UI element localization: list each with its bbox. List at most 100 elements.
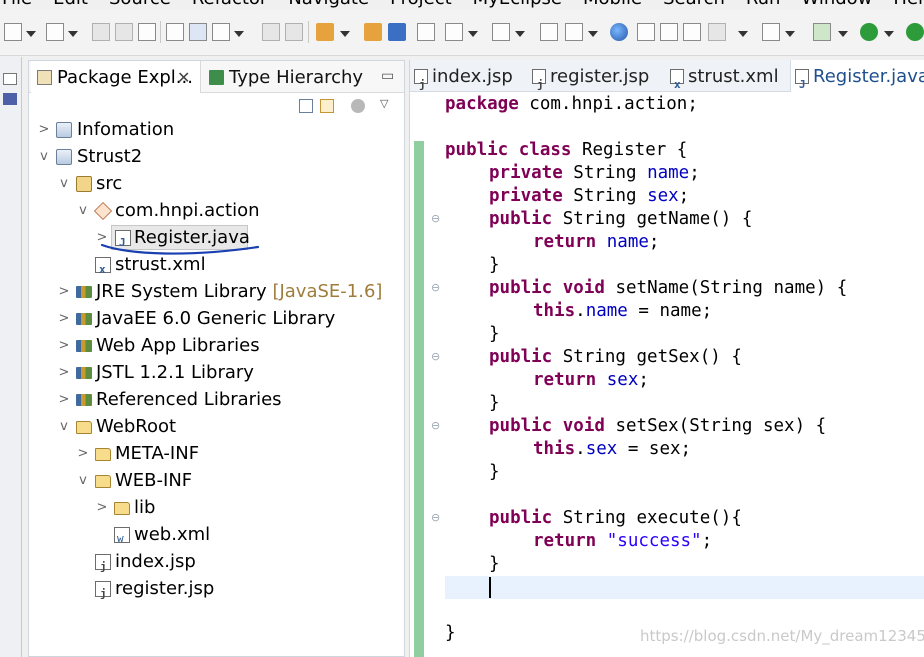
camera-icon[interactable] xyxy=(762,23,780,41)
debug-icon[interactable] xyxy=(813,23,831,41)
forward-icon[interactable] xyxy=(285,23,303,41)
menu-source[interactable]: Source xyxy=(109,0,171,10)
run-dropdown-icon[interactable] xyxy=(884,28,894,46)
clean-icon[interactable] xyxy=(637,23,655,41)
save-all-icon[interactable] xyxy=(115,23,133,41)
chevron-right-icon[interactable]: > xyxy=(57,305,71,332)
menu-search[interactable]: Search xyxy=(663,0,725,10)
tree-item-meta-inf[interactable]: > META-INF xyxy=(29,440,404,467)
wizard-icon[interactable] xyxy=(445,23,463,41)
tree-item-infomation[interactable]: > Infomation xyxy=(29,116,404,143)
chevron-down-icon[interactable]: v xyxy=(76,467,90,494)
tree-item-src[interactable]: v src xyxy=(29,170,404,197)
tree-item-jre-system-library[interactable]: > JRE System Library [JavaSE-1.6] xyxy=(29,278,404,305)
tree-item-javaee-library[interactable]: > JavaEE 6.0 Generic Library xyxy=(29,305,404,332)
fold-toggle-icon[interactable]: ⊖ xyxy=(431,420,441,431)
focus-task-icon[interactable] xyxy=(351,99,365,113)
build-icon[interactable] xyxy=(212,23,230,41)
chevron-down-icon[interactable]: v xyxy=(76,197,90,224)
open-type-icon[interactable] xyxy=(316,23,334,41)
menu-navigate[interactable]: Navigate xyxy=(288,0,369,10)
save-icon[interactable] xyxy=(92,23,110,41)
tab-package-explorer[interactable]: Package Expl... ✕ xyxy=(31,61,201,93)
link-with-editor-icon[interactable] xyxy=(320,99,334,113)
tree-item-web-app-libraries[interactable]: > Web App Libraries xyxy=(29,332,404,359)
fold-toggle-icon[interactable]: ⊖ xyxy=(431,512,441,523)
chevron-right-icon[interactable]: > xyxy=(95,494,109,521)
editor-tab-register-java[interactable]: Register.java xyxy=(790,60,924,102)
open-console-icon[interactable] xyxy=(166,23,184,41)
restore-view-icon[interactable] xyxy=(3,73,17,85)
collapse-all-icon[interactable] xyxy=(299,99,313,113)
back-icon[interactable] xyxy=(262,23,280,41)
run-external-icon[interactable] xyxy=(906,23,924,41)
settings-icon[interactable] xyxy=(708,23,726,41)
fold-toggle-icon[interactable]: ⊖ xyxy=(431,351,441,362)
menu-refactor[interactable]: Refactor xyxy=(192,0,268,10)
debug-step-icon[interactable] xyxy=(565,23,583,41)
new-icon[interactable] xyxy=(4,23,22,41)
server-icon[interactable] xyxy=(417,23,435,41)
settings-dropdown-icon[interactable] xyxy=(738,28,748,46)
tree-item-webroot[interactable]: v WebRoot xyxy=(29,413,404,440)
tree-item-web-inf[interactable]: v WEB-INF xyxy=(29,467,404,494)
view-menu-icon[interactable]: ▽ xyxy=(380,98,392,110)
menu-help[interactable]: Help xyxy=(893,0,924,10)
chevron-right-icon[interactable]: > xyxy=(95,224,109,251)
tree-item-register-jsp[interactable]: register.jsp xyxy=(29,575,404,607)
new-dropdown-icon[interactable] xyxy=(26,28,36,46)
minimize-icon[interactable]: ▭ xyxy=(381,59,394,93)
tool-icon[interactable] xyxy=(492,23,510,41)
menu-run[interactable]: Run xyxy=(746,0,781,10)
tree-item-strust2[interactable]: v Strust2 xyxy=(29,143,404,170)
menu-file[interactable]: File xyxy=(2,0,32,10)
debug-dropdown-icon[interactable] xyxy=(838,28,848,46)
debug-step-dropdown-icon[interactable] xyxy=(588,28,598,46)
chevron-down-icon[interactable]: v xyxy=(37,143,51,170)
chevron-right-icon[interactable]: > xyxy=(37,116,51,143)
tab-type-hierarchy[interactable]: Type Hierarchy ▭ xyxy=(203,61,394,93)
editor-tab-strust-xml[interactable]: strust.xml xyxy=(666,60,791,102)
camera-dropdown-icon[interactable] xyxy=(785,28,795,46)
tree-item-referenced-libraries[interactable]: > Referenced Libraries xyxy=(29,386,404,413)
chevron-right-icon[interactable]: > xyxy=(57,278,71,305)
minimized-view-icon[interactable] xyxy=(3,93,17,105)
chevron-down-icon[interactable]: v xyxy=(57,413,71,440)
restart-icon[interactable] xyxy=(660,23,678,41)
chevron-down-icon[interactable]: v xyxy=(57,170,71,197)
chevron-right-icon[interactable]: > xyxy=(57,386,71,413)
tree-item-jstl-library[interactable]: > JSTL 1.2.1 Library xyxy=(29,359,404,386)
editor-tab-index-jsp[interactable]: index.jsp xyxy=(410,60,525,102)
new-project-icon[interactable] xyxy=(46,23,64,41)
open-type-dropdown-icon[interactable] xyxy=(340,28,350,46)
editor-tab-register-jsp[interactable]: register.jsp xyxy=(528,60,663,102)
print-icon[interactable] xyxy=(138,23,156,41)
build-dropdown-icon[interactable] xyxy=(234,28,244,46)
tree-item-com-hnpi-action[interactable]: v com.hnpi.action xyxy=(29,197,404,224)
tool-dropdown-icon[interactable] xyxy=(515,28,525,46)
toggle-mark-icon[interactable] xyxy=(189,23,207,41)
wizard-dropdown-icon[interactable] xyxy=(468,28,478,46)
globe-icon[interactable] xyxy=(610,23,628,41)
menu-edit[interactable]: Edit xyxy=(53,0,88,10)
sync-icon[interactable] xyxy=(683,23,701,41)
tree-item-index-jsp[interactable]: index.jsp xyxy=(29,548,404,580)
menu-myeclipse[interactable]: MyEclipse xyxy=(473,0,562,10)
tree-item-strust-xml[interactable]: strust.xml xyxy=(29,251,404,283)
tree-item-register-java[interactable]: > Register.java xyxy=(29,224,404,256)
fold-toggle-icon[interactable]: ⊖ xyxy=(431,282,441,293)
new-project-dropdown-icon[interactable] xyxy=(68,28,78,46)
deploy-icon[interactable] xyxy=(388,23,406,41)
run-icon[interactable] xyxy=(860,23,878,41)
menu-window[interactable]: Window xyxy=(801,0,872,10)
menu-mobile[interactable]: Mobile xyxy=(583,0,642,10)
chevron-right-icon[interactable]: > xyxy=(76,440,90,467)
hierarchy-icon[interactable] xyxy=(540,23,558,41)
chevron-right-icon[interactable]: > xyxy=(57,332,71,359)
close-icon[interactable]: ✕ xyxy=(177,61,190,95)
chevron-right-icon[interactable]: > xyxy=(57,359,71,386)
package-icon-tool[interactable] xyxy=(364,23,382,41)
tree-item-web-xml[interactable]: web.xml xyxy=(29,521,404,552)
menu-project[interactable]: Project xyxy=(390,0,452,10)
fold-toggle-icon[interactable]: ⊖ xyxy=(431,213,441,224)
